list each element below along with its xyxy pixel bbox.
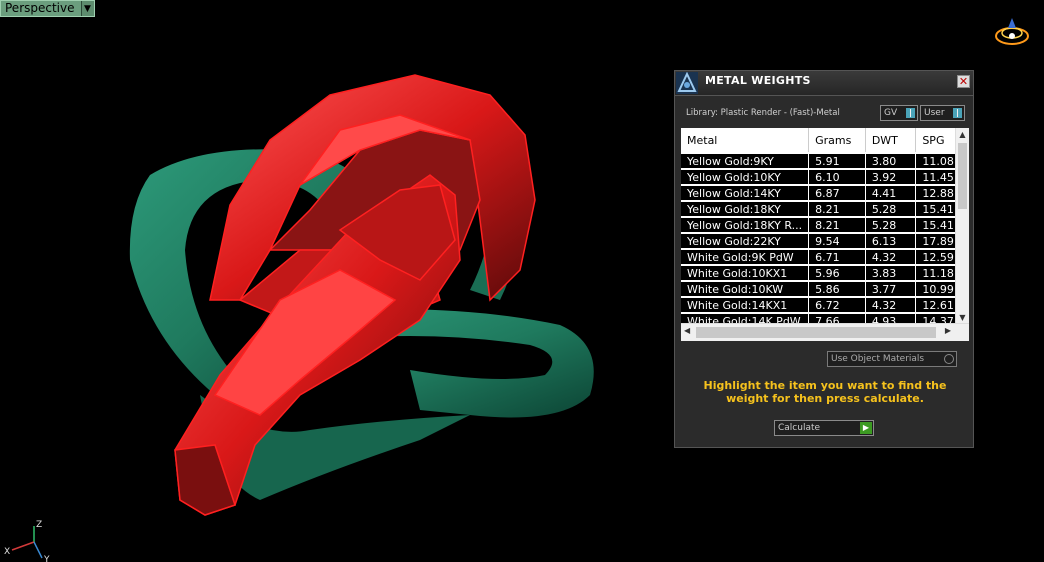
calculate-button[interactable]: Calculate ▶	[774, 420, 874, 436]
user-label: User	[924, 108, 945, 118]
column-header-metal[interactable]: Metal	[681, 128, 810, 154]
use-object-materials-toggle[interactable]: Use Object Materials	[827, 351, 957, 367]
dwt-cell: 3.77	[865, 281, 917, 298]
metal-cell: White Gold:10KW	[681, 281, 810, 298]
table-row[interactable]: Yellow Gold:18KY 8.21 5.28 15.41	[681, 201, 969, 218]
scroll-up-icon[interactable]: ▲	[956, 130, 969, 139]
table-row[interactable]: White Gold:10KX1 5.96 3.83 11.18	[681, 265, 969, 282]
play-icon: ▶	[860, 422, 872, 434]
axis-x-label: X	[4, 547, 10, 557]
grams-cell: 6.71	[808, 249, 866, 266]
dwt-cell: 3.83	[865, 265, 917, 282]
dwt-cell: 4.32	[865, 297, 917, 314]
grams-cell: 5.91	[808, 153, 866, 170]
triangle-down-icon[interactable]: ▼	[80, 1, 94, 16]
table-row[interactable]: Yellow Gold:22KY 9.54 6.13 17.89	[681, 233, 969, 250]
grams-cell: 5.96	[808, 265, 866, 282]
grams-cell: 6.87	[808, 185, 866, 202]
dwt-cell: 4.32	[865, 249, 917, 266]
metal-cell: Yellow Gold:18KY	[681, 201, 810, 218]
metal-cell: Yellow Gold:22KY	[681, 233, 810, 250]
dwt-cell: 5.28	[865, 217, 917, 234]
metal-weights-panel: METAL WEIGHTS ✕ Library: Plastic Render …	[674, 70, 974, 448]
axis-triad-icon: Z X Y	[4, 520, 50, 562]
library-label: Library: Plastic Render - (Fast)-Metal	[686, 108, 840, 118]
metal-cell: Yellow Gold:9KY	[681, 153, 810, 170]
scroll-left-icon[interactable]: ◀	[684, 326, 690, 335]
panel-title: METAL WEIGHTS	[705, 74, 811, 87]
metal-cell: White Gold:10KX1	[681, 265, 810, 282]
metal-cell: White Gold:9K PdW	[681, 249, 810, 266]
gv-toggle[interactable]: GV	[880, 105, 918, 121]
instruction-text: Highlight the item you want to find the …	[703, 379, 947, 405]
metal-cell: Yellow Gold:14KY	[681, 185, 810, 202]
app-logo-icon	[676, 72, 698, 94]
use-object-materials-label: Use Object Materials	[831, 354, 925, 364]
dwt-cell: 3.92	[865, 169, 917, 186]
column-header-dwt[interactable]: DWT	[865, 128, 917, 154]
grams-cell: 6.72	[808, 297, 866, 314]
metal-cell: Yellow Gold:10KY	[681, 169, 810, 186]
table-row[interactable]: Yellow Gold:18KY R... 8.21 5.28 15.41	[681, 217, 969, 234]
vertical-scroll-thumb[interactable]	[958, 143, 967, 209]
table-row[interactable]: Yellow Gold:14KY 6.87 4.41 12.88	[681, 185, 969, 202]
close-icon[interactable]: ✕	[957, 75, 970, 88]
table-header-row: Metal Grams DWT SPG	[681, 128, 969, 154]
toggle-knob-icon	[953, 108, 962, 118]
viewport-label[interactable]: Perspective	[1, 1, 81, 16]
dwt-cell: 3.80	[865, 153, 917, 170]
table-row[interactable]: White Gold:14KX1 6.72 4.32 12.61	[681, 297, 969, 314]
dwt-cell: 5.28	[865, 201, 917, 218]
grams-cell: 8.21	[808, 201, 866, 218]
calculate-label: Calculate	[778, 423, 821, 433]
grams-cell: 5.86	[808, 281, 866, 298]
column-header-grams[interactable]: Grams	[808, 128, 866, 154]
scroll-down-icon[interactable]: ▼	[956, 313, 969, 322]
table-row[interactable]: White Gold:10KW 5.86 3.77 10.99	[681, 281, 969, 298]
panel-header[interactable]: METAL WEIGHTS ✕	[675, 71, 973, 96]
grams-cell: 8.21	[808, 217, 866, 234]
axis-y-label: Y	[43, 555, 50, 562]
grams-cell: 9.54	[808, 233, 866, 250]
table-row[interactable]: Yellow Gold:10KY 6.10 3.92 11.45	[681, 169, 969, 186]
metal-cell: Yellow Gold:18KY R...	[681, 217, 810, 234]
gv-label: GV	[884, 108, 898, 118]
radio-icon	[944, 354, 954, 364]
metal-table[interactable]: Metal Grams DWT SPG Yellow Gold:9KY 5.91 3…	[681, 128, 969, 341]
vertical-scrollbar[interactable]: ▲ ▼	[955, 128, 969, 324]
toggle-knob-icon	[906, 108, 915, 118]
table-row[interactable]: Yellow Gold:9KY 5.91 3.80 11.08	[681, 153, 969, 170]
grams-cell: 6.10	[808, 169, 866, 186]
metal-cell: White Gold:14KX1	[681, 297, 810, 314]
horizontal-scroll-thumb[interactable]	[696, 327, 936, 338]
navigation-gizmo-icon[interactable]	[992, 14, 1032, 50]
dwt-cell: 4.41	[865, 185, 917, 202]
horizontal-scrollbar[interactable]: ◀ ▶	[681, 323, 969, 341]
axis-z-label: Z	[36, 520, 42, 530]
user-toggle[interactable]: User	[920, 105, 965, 121]
dwt-cell: 6.13	[865, 233, 917, 250]
table-row[interactable]: White Gold:9K PdW 6.71 4.32 12.59	[681, 249, 969, 266]
scroll-right-icon[interactable]: ▶	[945, 326, 951, 335]
viewport-label-tab[interactable]: Perspective ▼	[0, 0, 95, 17]
